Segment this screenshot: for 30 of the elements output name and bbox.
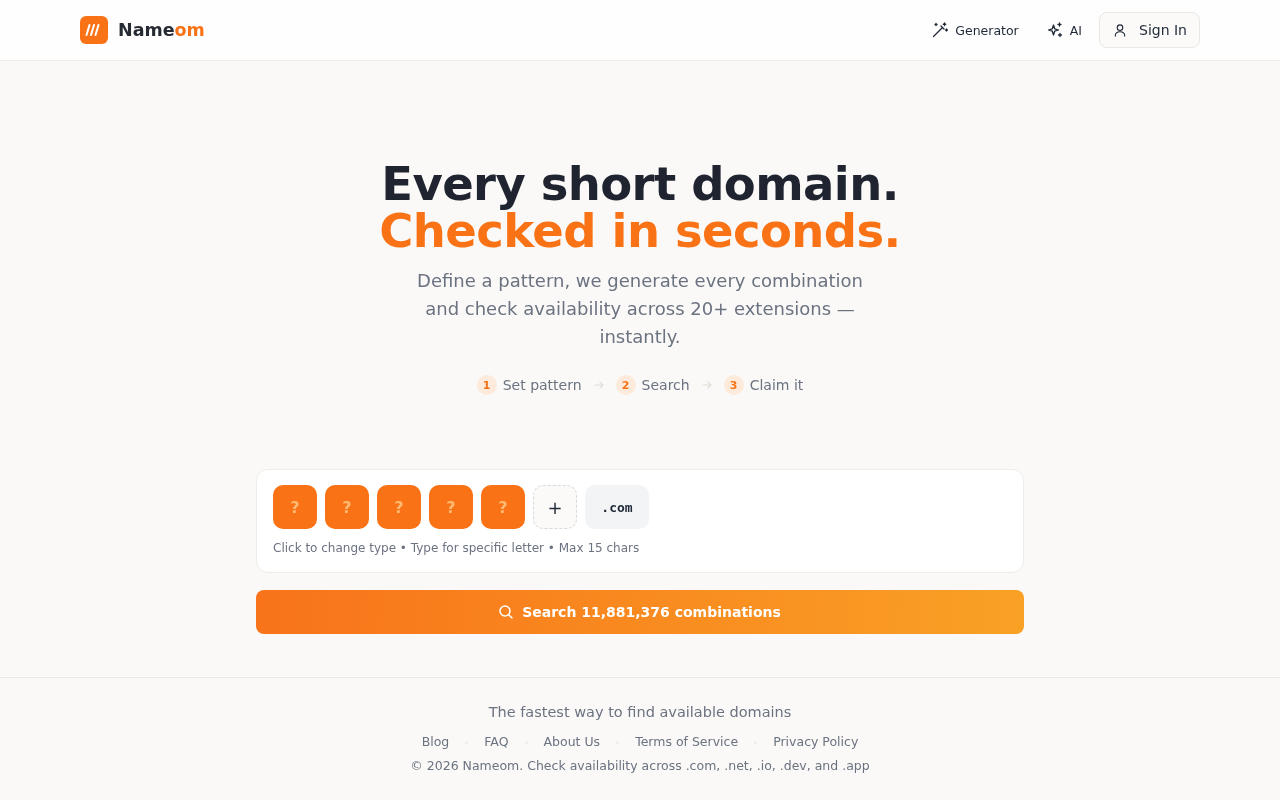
arrow-icon xyxy=(593,381,604,389)
step-label: Search xyxy=(641,377,690,393)
step-label: Set pattern xyxy=(502,377,582,393)
user-icon xyxy=(1114,23,1126,37)
brand-name[interactable]: Nameom xyxy=(118,20,205,40)
nav-link[interactable]: AI xyxy=(1034,14,1094,46)
search-icon xyxy=(499,605,514,619)
hero-subtitle: Define a pattern, we generate every combination and check availability across 20+ extensions — instantly. xyxy=(416,269,864,349)
step-label: Claim it xyxy=(749,377,804,393)
footer-link[interactable]: Terms of Service xyxy=(635,733,739,751)
copyright-text: © 2026 Nameom. Check availability across .com, .net, .io, .dev, and .app xyxy=(410,757,870,775)
arrow-icon xyxy=(701,381,712,389)
footer-link[interactable]: About Us xyxy=(543,733,601,751)
sign-in-button[interactable]: Sign In xyxy=(1099,12,1200,48)
footer-link[interactable]: Blog xyxy=(421,733,450,751)
tld-selector[interactable]: .com xyxy=(585,485,649,529)
footer-tagline: The fastest way to find available domains xyxy=(488,703,792,722)
headline: Every short domain. xyxy=(381,161,899,208)
step-number: 3 xyxy=(723,375,744,395)
pattern-hint: Click to change type • Type for specific letter • Max 15 chars xyxy=(273,540,641,556)
sparkles-icon xyxy=(1046,22,1063,38)
step-number: 1 xyxy=(476,375,497,395)
footer-link[interactable]: FAQ xyxy=(484,733,509,751)
magic-wand-icon xyxy=(932,22,949,38)
step-number: 2 xyxy=(615,375,636,395)
search-button[interactable]: Search 11,881,376 combinations xyxy=(256,590,1024,634)
slashes-logo-icon[interactable] xyxy=(80,16,108,44)
nav-link[interactable]: Generator xyxy=(920,14,1031,46)
footer-link[interactable]: Privacy Policy xyxy=(773,733,859,751)
add-slot-button[interactable]: + xyxy=(533,485,577,529)
